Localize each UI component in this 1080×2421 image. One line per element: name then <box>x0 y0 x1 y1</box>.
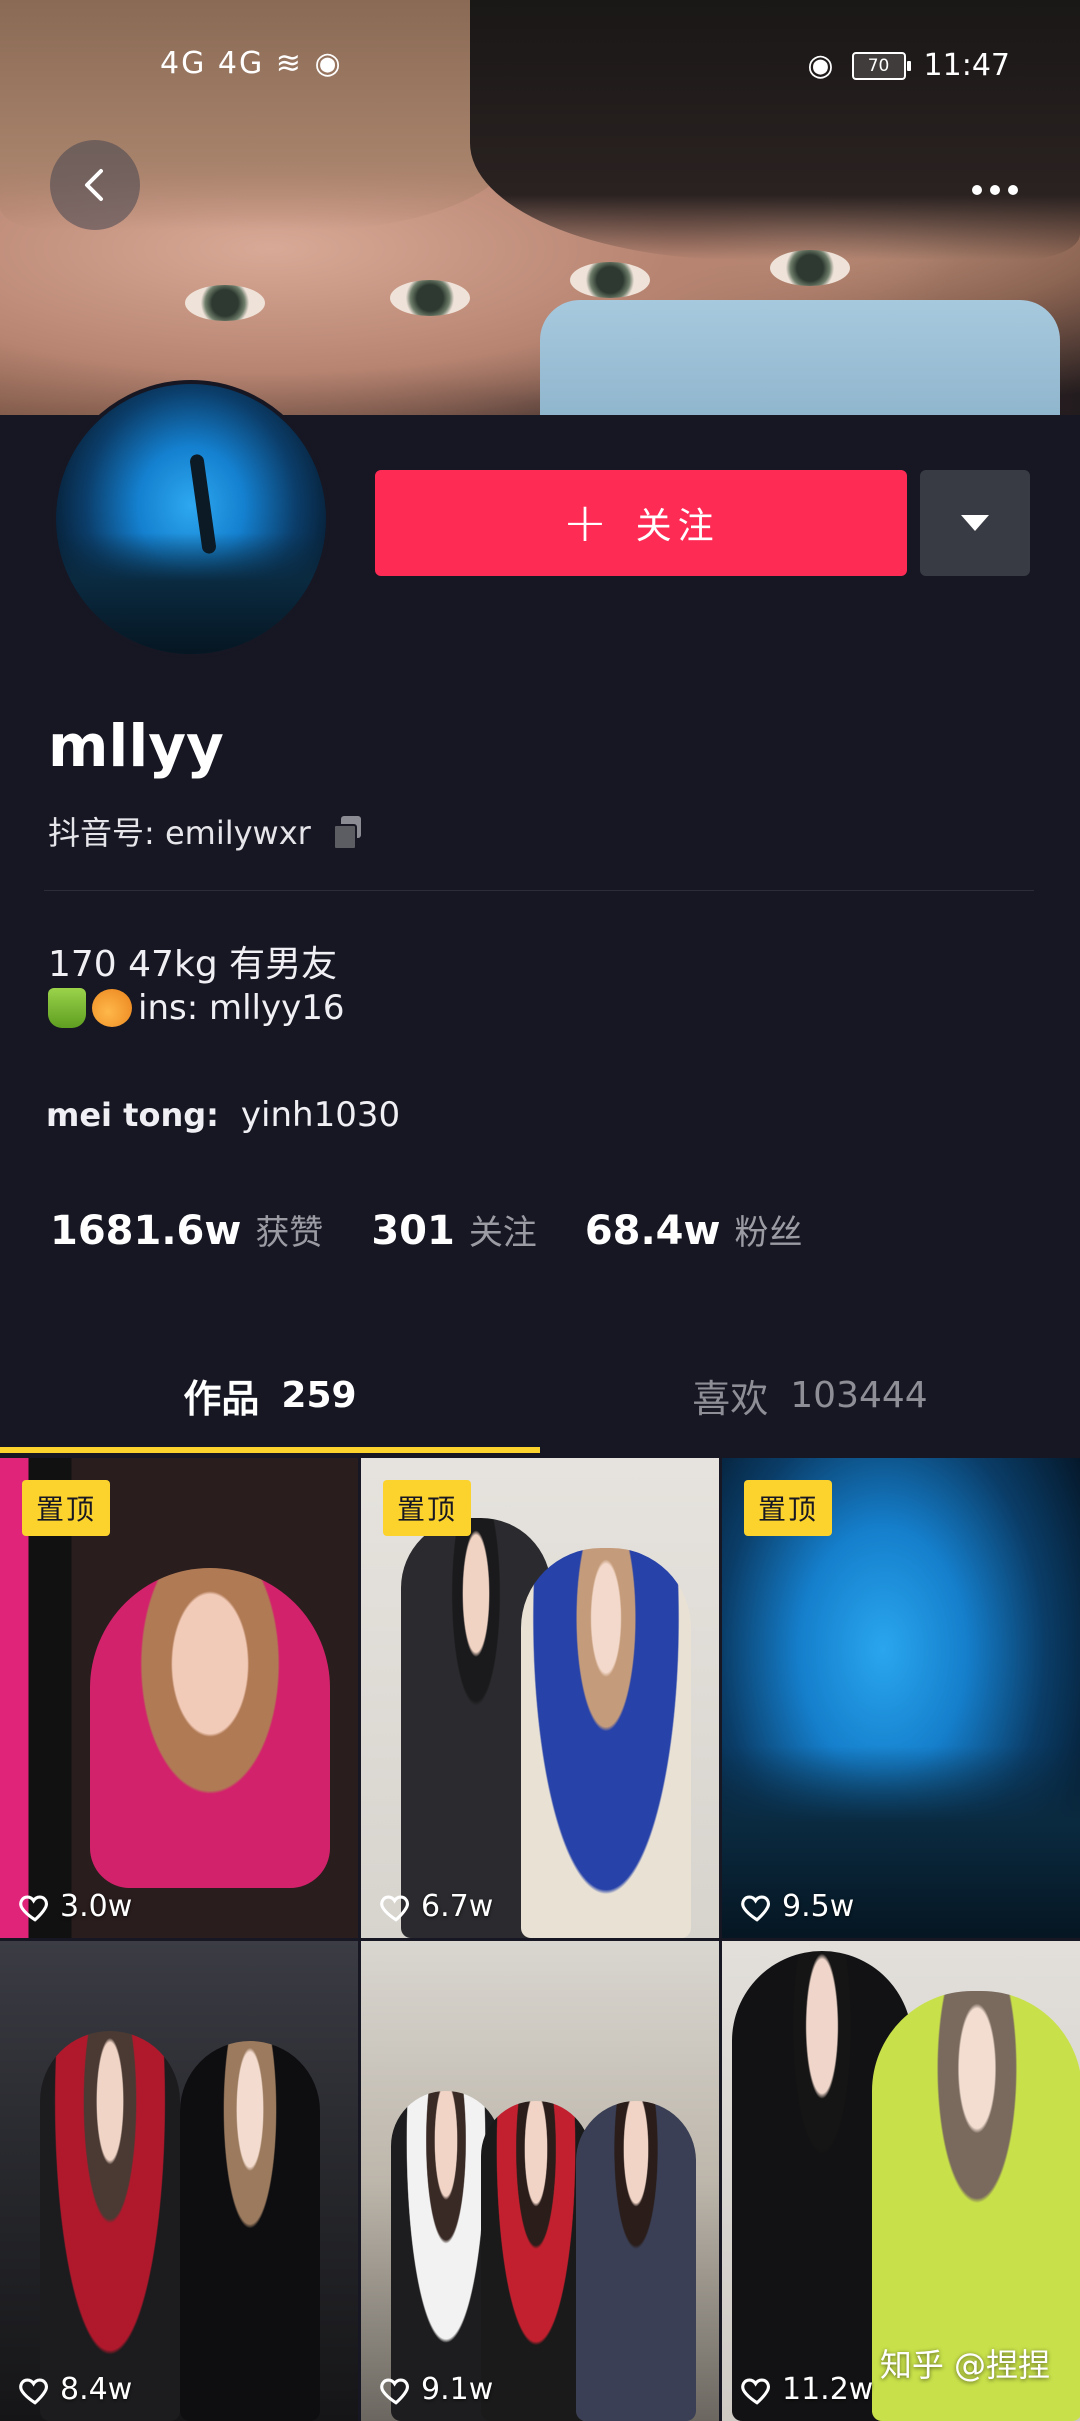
heart-icon <box>19 1895 48 1922</box>
heart-icon <box>380 2378 409 2405</box>
video-tile[interactable]: 9.1w <box>361 1941 719 2421</box>
tab-works[interactable]: 作品 259 <box>0 1345 540 1445</box>
heart-icon <box>741 2378 770 2405</box>
watermark: 知乎 @捏捏 <box>879 2346 1050 2384</box>
following-count[interactable]: 301 <box>371 1208 455 1254</box>
douyin-id: 抖音号: emilywxr <box>48 814 311 852</box>
stats-row: 1681.6w 获赞 301 关注 68.4w 粉丝 <box>50 1205 850 1254</box>
eye-icon: ◉ <box>807 48 834 83</box>
status-right: ◉ 70 11:47 <box>807 48 1010 83</box>
bio-line-2: ins: mllyy16 <box>48 988 345 1028</box>
tab-likes-count: 103444 <box>790 1374 928 1416</box>
signal-text: 4G 4G <box>160 46 265 81</box>
tab-works-count: 259 <box>281 1374 357 1416</box>
profile-name: mllyy <box>48 712 224 780</box>
video-grid: 置顶 3.0w 置顶 6.7w 置顶 9.5w 8.4w 9.1w 11.2w … <box>0 1458 1080 2421</box>
video-likes: 9.5w <box>740 1889 854 1924</box>
bio-mei-value: yinh1030 <box>240 1095 401 1135</box>
back-button[interactable] <box>50 140 140 230</box>
content-tabs: 作品 259 喜欢 103444 <box>0 1345 1080 1455</box>
heart-icon <box>19 2378 48 2405</box>
more-options-button[interactable] <box>950 150 1040 230</box>
video-tile[interactable]: 置顶 3.0w <box>0 1458 358 1938</box>
tab-likes[interactable]: 喜欢 103444 <box>540 1345 1080 1445</box>
cover-photo-eye <box>390 280 470 316</box>
wifi-icon: ≋ ◉ <box>275 46 343 81</box>
more-dot-icon <box>972 185 982 195</box>
following-label: 关注 <box>468 1213 537 1253</box>
likes-label: 获赞 <box>255 1213 324 1253</box>
fruit-emoji-icon <box>92 989 132 1027</box>
divider <box>44 890 1034 891</box>
avatar[interactable] <box>52 380 330 658</box>
caret-down-icon <box>961 515 989 531</box>
video-tile[interactable]: 11.2w 知乎 @捏捏 <box>722 1941 1080 2421</box>
video-likes-count: 8.4w <box>60 2372 133 2407</box>
video-likes: 8.4w <box>18 2372 132 2407</box>
video-thumbnail <box>481 2101 591 2421</box>
bio-mei-key: mei tong: <box>46 1096 219 1134</box>
tab-likes-label: 喜欢 <box>692 1376 769 1421</box>
battery-icon: 70 <box>851 51 911 80</box>
status-signals: 4G 4G ≋ ◉ <box>160 46 343 81</box>
battery-level: 70 <box>867 55 890 76</box>
video-likes-count: 3.0w <box>60 1889 133 1924</box>
cover-photo-eye <box>770 250 850 286</box>
video-thumbnail <box>521 1548 691 1938</box>
pinned-badge: 置顶 <box>383 1480 472 1536</box>
cover-photo-eye <box>185 285 265 321</box>
video-likes-count: 11.2w <box>782 2372 874 2407</box>
tab-indicator <box>0 1447 540 1453</box>
pinned-badge: 置顶 <box>22 1480 111 1536</box>
video-thumbnail <box>90 1568 330 1888</box>
followers-label: 粉丝 <box>734 1213 803 1253</box>
bio-line-1: 170 47kg 有男友 <box>48 944 338 985</box>
tab-works-label: 作品 <box>183 1376 260 1421</box>
video-thumbnail <box>576 2101 696 2421</box>
video-tile[interactable]: 8.4w <box>0 1941 358 2421</box>
more-dot-icon <box>1008 185 1018 195</box>
douyin-id-row: 抖音号: emilywxr <box>48 808 363 854</box>
recommend-dropdown-button[interactable] <box>920 470 1030 576</box>
chevron-left-icon <box>85 169 103 201</box>
video-likes: 6.7w <box>379 1889 493 1924</box>
pinned-badge: 置顶 <box>744 1480 833 1536</box>
status-bar: 4G 4G ≋ ◉ ◉ 70 11:47 <box>0 0 1080 130</box>
avatar-rock <box>56 532 326 654</box>
scarf-emoji-icon <box>48 988 86 1028</box>
video-likes: 9.1w <box>379 2372 493 2407</box>
heart-icon <box>741 1895 770 1922</box>
more-dot-icon <box>990 185 1000 195</box>
video-tile[interactable]: 置顶 6.7w <box>361 1458 719 1938</box>
video-thumbnail <box>180 2041 320 2421</box>
bio-ins: ins: mllyy16 <box>138 988 345 1028</box>
video-likes: 3.0w <box>18 1889 132 1924</box>
cover-photo-mask <box>540 300 1060 415</box>
plus-icon: + <box>562 491 608 554</box>
video-thumbnail <box>40 2031 180 2421</box>
cover-photo-eye <box>570 262 650 298</box>
copy-icon[interactable] <box>332 816 363 850</box>
likes-count[interactable]: 1681.6w <box>50 1208 241 1254</box>
followers-count[interactable]: 68.4w <box>585 1208 721 1254</box>
video-likes: 11.2w <box>740 2372 873 2407</box>
follow-button[interactable]: + 关注 <box>375 470 907 576</box>
video-likes-count: 9.1w <box>421 2372 494 2407</box>
heart-icon <box>380 1895 409 1922</box>
follow-label: 关注 <box>635 506 720 547</box>
video-likes-count: 9.5w <box>782 1889 855 1924</box>
bio-line-3: mei tong: yinh1030 <box>46 1095 400 1135</box>
video-likes-count: 6.7w <box>421 1889 494 1924</box>
video-tile[interactable]: 置顶 9.5w <box>722 1458 1080 1938</box>
status-time: 11:47 <box>923 48 1010 83</box>
